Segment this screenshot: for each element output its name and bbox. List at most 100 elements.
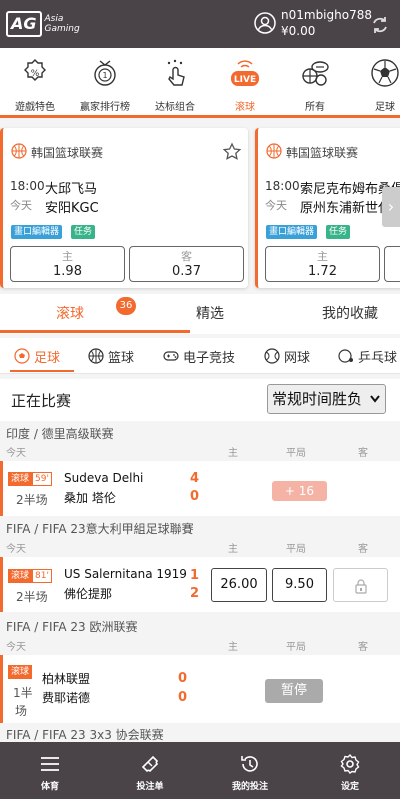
odd-label: 客 (181, 250, 192, 263)
column-away: 客 (358, 448, 368, 459)
gamepad-icon (163, 351, 179, 361)
logo-caption-line2: Gaming (44, 24, 80, 34)
basketball-icon (11, 143, 27, 159)
odd-away-button[interactable] (384, 246, 400, 282)
odd-home-button[interactable]: 主 1.72 (265, 246, 380, 282)
card-team-home: 大邱飞马 (45, 182, 98, 197)
sport-basketball[interactable]: 篮球 (88, 338, 134, 374)
nav-label: 我的投注 (231, 782, 268, 792)
category-label: 足球 (375, 102, 395, 113)
odd-label: 主 (317, 250, 328, 263)
live-tag: 滚球 (8, 665, 33, 679)
table-tennis-icon (338, 349, 353, 363)
card-team-away: 原州东浦新世代 (300, 201, 392, 216)
match-row[interactable]: 滚球 1半 场 柏林联盟 费耶诺德 0 0 暂停 (0, 655, 400, 723)
odd-value: 1.98 (53, 264, 82, 279)
sport-label: 电子竞技 (183, 350, 236, 366)
column-home: 主 (228, 642, 238, 653)
category-label: 赢家排行榜 (80, 102, 130, 113)
category-live[interactable]: LIVE 滚球 (210, 48, 280, 118)
nav-label: 投注单 (136, 782, 164, 792)
sport-tennis[interactable]: 网球 (264, 338, 310, 374)
featured-card[interactable]: 韩国篮球联赛 18:00 今天 大邱飞马 安阳KGC 畫口編輯器 任务 主 1.… (0, 128, 248, 288)
team-away: 费耶诺德 (42, 691, 91, 705)
tag-editor: 畫口編輯器 (11, 225, 63, 239)
score-home: 0 (178, 671, 188, 686)
tab-indicator (0, 330, 190, 333)
category-all[interactable]: 所有 (280, 48, 350, 118)
match-period: 2半场 (16, 493, 48, 507)
card-time: 18:00 (265, 179, 300, 193)
sport-label: 网球 (284, 350, 311, 366)
sport-table-tennis[interactable]: 乒乓球 (338, 338, 397, 374)
match-accent (0, 461, 3, 516)
balance: ¥0.00 (281, 24, 316, 38)
match-period: 1半 (13, 686, 33, 700)
tab-favorites[interactable]: 我的收藏 (280, 294, 400, 334)
username: n01mbigho788 (281, 8, 372, 22)
live-icon: LIVE (231, 60, 259, 86)
odd-home-button[interactable]: 主 1.98 (10, 246, 125, 282)
category-leaderboard[interactable]: 1 赢家排行榜 (70, 48, 140, 118)
tennis-icon (264, 348, 280, 364)
nav-settings[interactable]: 设定 (300, 742, 400, 799)
category-soccer[interactable]: 足球 (350, 48, 400, 118)
basketball-icon (88, 348, 104, 364)
match-row[interactable]: 滚球 59' 2半场 Sudeva Delhi 桑加 塔伦 4 0 + 16 (0, 461, 400, 516)
match-period-suffix: 场 (15, 704, 28, 718)
card-day: 今天 (265, 199, 287, 212)
category-combo[interactable]: 达标组合 (140, 48, 210, 118)
refresh-icon[interactable] (370, 15, 390, 35)
featured-card[interactable]: 韩国篮球联赛 18:00 今天 索尼克布姆布桑俱 原州东浦新世代 畫口編輯器 任… (255, 128, 400, 288)
live-text: LIVE (234, 75, 256, 85)
nav-betslip[interactable]: 投注单 (100, 742, 200, 799)
history-icon (241, 756, 258, 772)
next-card-arrow-icon[interactable]: › (382, 187, 400, 227)
score-away: 0 (190, 489, 200, 504)
favorite-star-icon[interactable] (222, 142, 242, 162)
sport-esports[interactable]: 电子竞技 (163, 338, 235, 374)
column-header: 今天 主 平局 客 (0, 638, 400, 654)
column-draw: 平局 (286, 642, 306, 653)
match-row[interactable]: 滚球 81' 2半场 US Salernitana 1919 佛伦提那 1 2 2… (0, 557, 400, 612)
nav-sports[interactable]: 体育 (0, 742, 100, 799)
balls-icon (302, 61, 329, 86)
category-bar: % 遊戲特色 1 赢家排行榜 达标组合 LIVE 滚球 所有 足球 (0, 48, 400, 118)
category-label: 达标组合 (155, 102, 195, 113)
column-day: 今天 (6, 448, 26, 459)
sport-soccer[interactable]: 足球 (14, 338, 60, 374)
column-away: 客 (358, 642, 368, 653)
market-select[interactable]: 常规时间胜负 (267, 384, 386, 414)
live-section-header: 正在比赛 常规时间胜负 (0, 379, 400, 421)
team-away: 佛伦提那 (64, 587, 113, 601)
score-away: 0 (178, 690, 188, 705)
ag-logo[interactable]: AG Asia Gaming (6, 11, 80, 37)
match-accent (0, 655, 3, 723)
tag-editor: 畫口編輯器 (266, 225, 318, 239)
menu-icon (41, 757, 59, 771)
column-header: 今天 主 平局 客 (0, 540, 400, 556)
user-account[interactable]: n01mbigho788 ¥0.00 (254, 7, 372, 39)
soccer-icon (371, 59, 399, 87)
odd-draw-button[interactable]: 9.50 (272, 568, 327, 602)
odd-label: 主 (62, 250, 73, 263)
main-tabs: 滚球 精选 我的收藏 (0, 294, 400, 334)
svg-text:%: % (31, 69, 40, 79)
team-away: 桑加 塔伦 (64, 491, 116, 505)
league-header[interactable]: FIFA / FIFA 23意大利甲組足球聯賽 (0, 520, 400, 540)
league-header[interactable]: FIFA / FIFA 23 欧洲联赛 (0, 618, 400, 638)
column-header: 今天 主 平局 客 (0, 444, 400, 460)
bottom-nav: 体育 投注单 我的投注 设定 (0, 742, 400, 799)
tab-picks[interactable]: 精选 (140, 294, 280, 334)
odd-value: 1.72 (308, 264, 337, 279)
more-markets-button[interactable]: + 16 (272, 481, 327, 501)
team-home: US Salernitana 1919 (64, 567, 187, 581)
score-home: 4 (190, 471, 200, 486)
nav-my-bets[interactable]: 我的投注 (200, 742, 300, 799)
odd-home-button[interactable]: 26.00 (211, 568, 267, 602)
category-label: 所有 (305, 102, 325, 113)
league-header[interactable]: 印度 / 德里高级联赛 (0, 425, 400, 445)
odd-away-button[interactable]: 客 0.37 (129, 246, 244, 282)
user-avatar-icon (254, 12, 276, 34)
category-features[interactable]: % 遊戲特色 (0, 48, 70, 118)
